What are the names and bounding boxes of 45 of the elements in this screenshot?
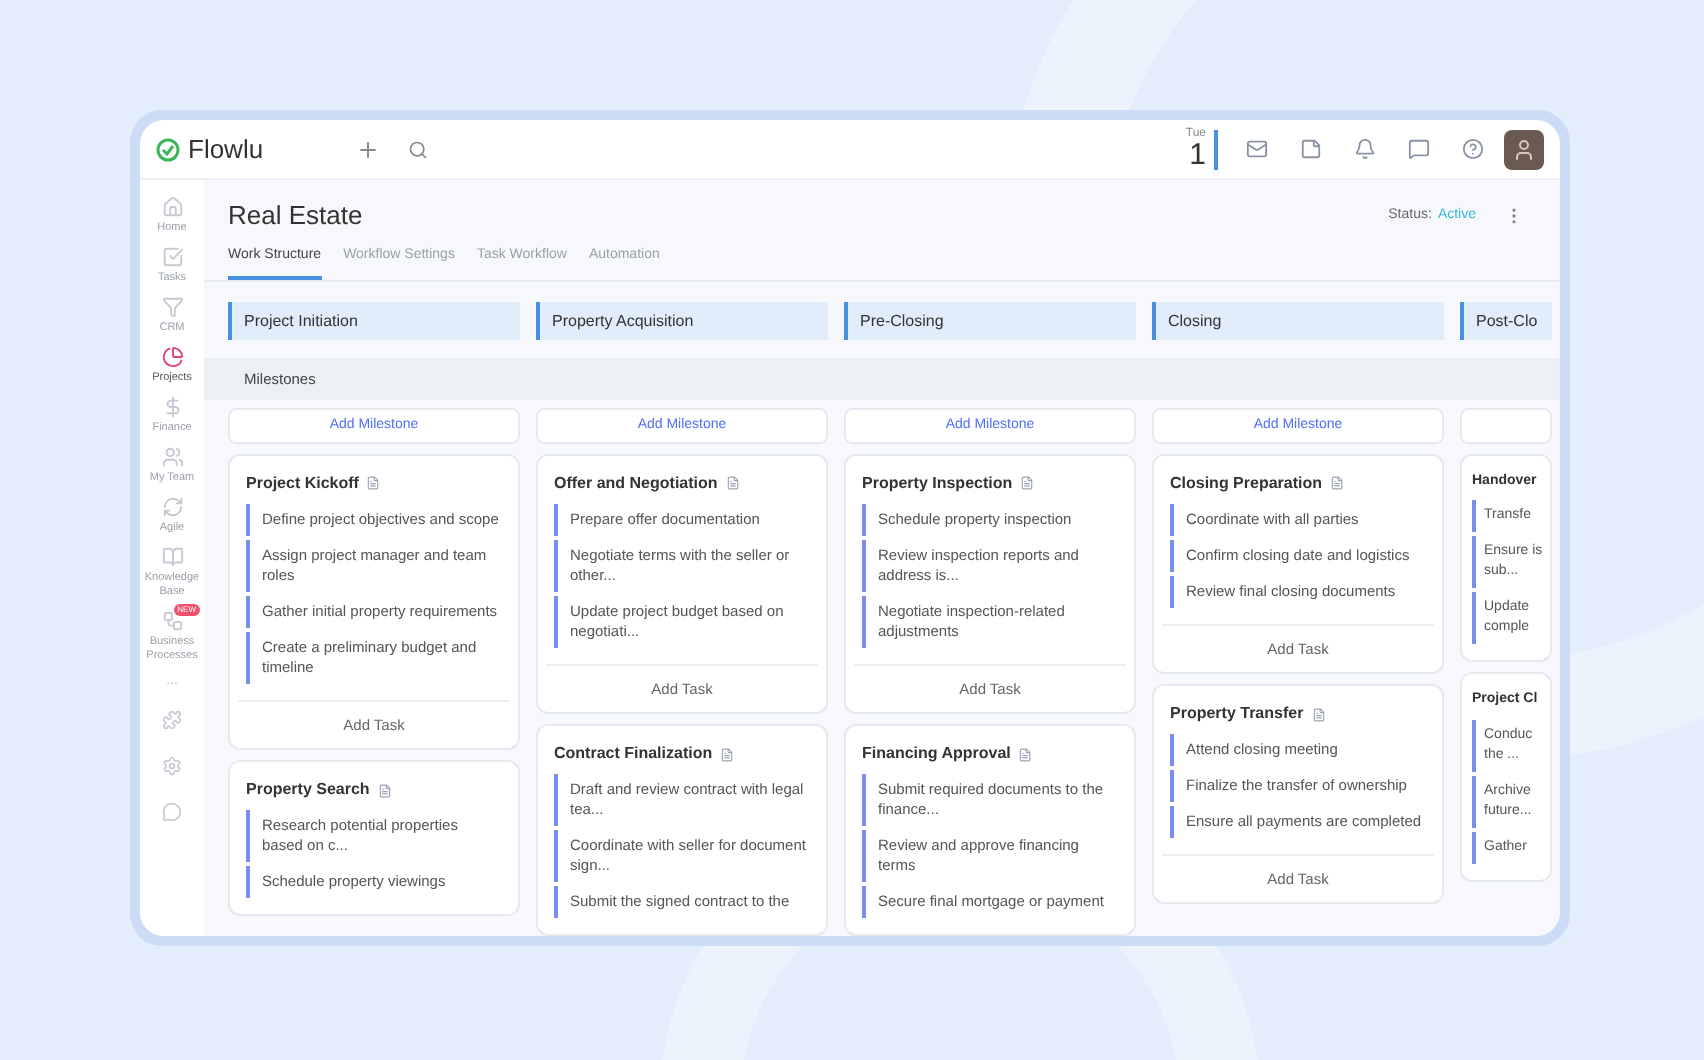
- date-label: 1: [1189, 140, 1206, 170]
- document-icon: [366, 476, 381, 491]
- bell-icon[interactable]: [1354, 138, 1376, 160]
- project-title: Real Estate: [228, 198, 363, 234]
- gear-icon[interactable]: [162, 756, 182, 776]
- stage-header: Pre-Closing: [844, 302, 1136, 340]
- pie-chart-icon: [161, 346, 183, 368]
- stage-header: Project Initiation: [228, 302, 520, 340]
- stage-header: Property Acquisition: [536, 302, 828, 340]
- stage-header: Closing: [1152, 302, 1444, 340]
- book-icon: [161, 546, 183, 568]
- logo-icon: [156, 137, 180, 161]
- milestone-title[interactable]: Offer and Negotiation: [554, 471, 718, 496]
- document-icon: [377, 783, 392, 797]
- milestone-title[interactable]: Property Search: [246, 778, 370, 802]
- people-icon: [161, 446, 183, 468]
- milestone-title[interactable]: Property Transfer: [1170, 702, 1304, 726]
- milestone-title[interactable]: Project Kickoff: [246, 471, 359, 496]
- add-icon[interactable]: [356, 137, 380, 161]
- workflow-icon: [161, 610, 183, 632]
- house-icon: [161, 196, 183, 218]
- avatar[interactable]: [1504, 129, 1544, 169]
- milestone-title[interactable]: Financing Approval: [862, 742, 1011, 766]
- mail-icon[interactable]: [1246, 138, 1268, 160]
- document-icon: [720, 747, 735, 761]
- stage-header: Post-Clo: [1460, 302, 1552, 340]
- help-icon[interactable]: [1462, 138, 1484, 160]
- document-icon: [1311, 707, 1326, 721]
- funnel-icon: [161, 296, 183, 318]
- chat-bubble-icon[interactable]: [162, 802, 182, 822]
- milestone-title[interactable]: Contract Finalization: [554, 742, 713, 766]
- dollar-icon: [161, 396, 183, 418]
- document-icon: [1330, 476, 1345, 491]
- logo-text: Flowlu: [188, 131, 264, 168]
- puzzle-icon[interactable]: [162, 710, 182, 730]
- search-icon[interactable]: [408, 139, 428, 159]
- document-icon: [1020, 476, 1035, 491]
- milestone-title[interactable]: Property Inspection: [862, 471, 1013, 496]
- checkbox-icon: [161, 246, 183, 268]
- milestone-title[interactable]: Closing Preparation: [1170, 471, 1323, 496]
- chat-icon[interactable]: [1408, 138, 1430, 160]
- cycle-icon: [161, 496, 183, 518]
- document-icon: [1018, 747, 1033, 761]
- note-icon[interactable]: [1300, 138, 1322, 160]
- document-icon: [725, 476, 740, 491]
